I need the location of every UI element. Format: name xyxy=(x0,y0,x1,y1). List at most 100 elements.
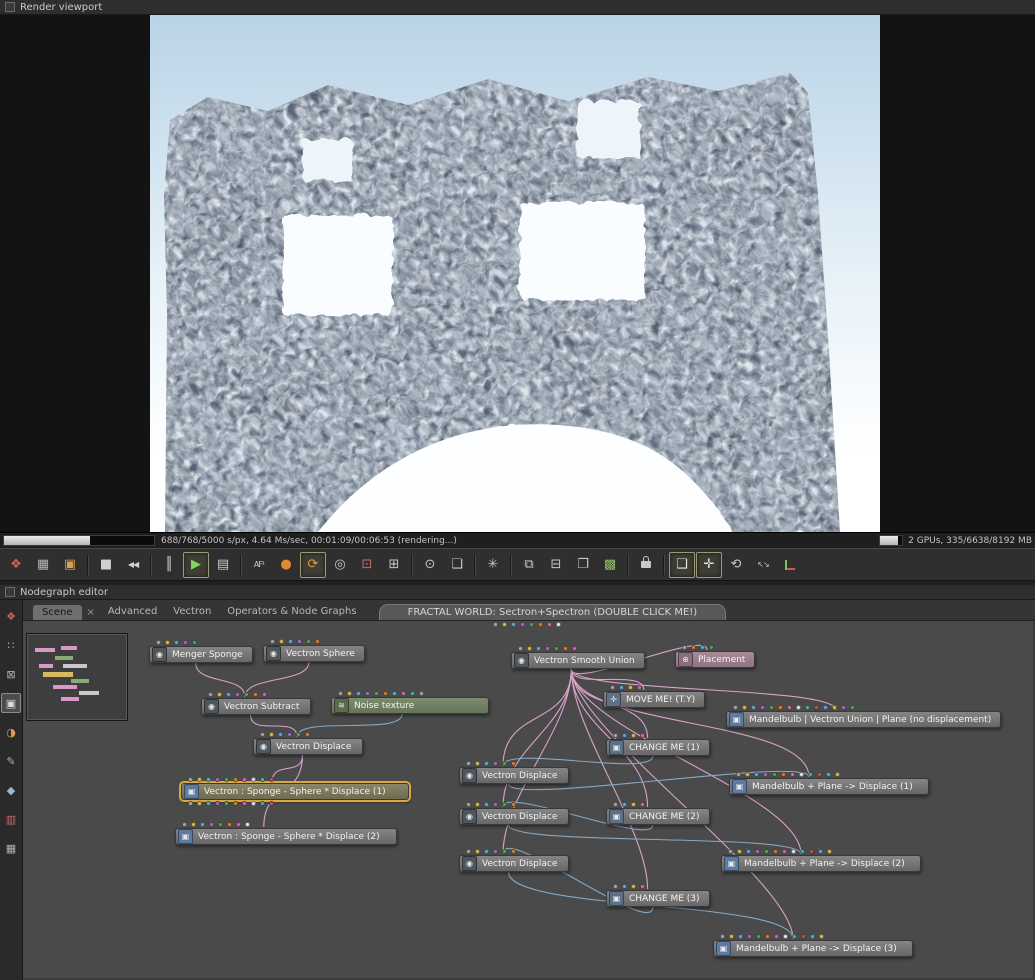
pin[interactable] xyxy=(215,801,220,806)
pin[interactable] xyxy=(208,692,213,697)
snap-grid-icon[interactable]: ▦ xyxy=(30,552,56,578)
paint-icon[interactable]: ✎ xyxy=(1,751,21,771)
pin[interactable] xyxy=(383,691,388,696)
pin[interactable] xyxy=(511,761,516,766)
pin[interactable] xyxy=(260,732,265,737)
pin[interactable] xyxy=(745,772,750,777)
pin[interactable] xyxy=(269,732,274,737)
nodegraph-canvas[interactable]: ◉ Menger Sponge ◉ Vectron Sphere ◉ Vectron Su… xyxy=(23,621,1035,980)
pin[interactable] xyxy=(760,705,765,710)
pin[interactable] xyxy=(547,622,552,627)
pin[interactable] xyxy=(769,705,774,710)
pin[interactable] xyxy=(306,639,311,644)
pin[interactable] xyxy=(493,849,498,854)
pin[interactable] xyxy=(563,646,568,651)
pin[interactable] xyxy=(374,691,379,696)
pin[interactable] xyxy=(493,802,498,807)
node-smooth[interactable]: ◉ Vectron Smooth Union xyxy=(511,646,645,669)
pin[interactable] xyxy=(799,772,804,777)
window-state-icon[interactable] xyxy=(5,2,15,12)
node-mandel3[interactable]: ▣ Mandelbulb + Plane -> Displace (3) xyxy=(713,934,913,957)
pin[interactable] xyxy=(791,849,796,854)
menu-operators-node-graphs[interactable]: Operators & Node Graphs xyxy=(219,603,364,620)
clipboard-icon[interactable]: ⊟ xyxy=(543,552,569,578)
pin[interactable] xyxy=(755,849,760,854)
pin[interactable] xyxy=(682,645,687,650)
pin[interactable] xyxy=(226,692,231,697)
pin[interactable] xyxy=(288,639,293,644)
pin[interactable] xyxy=(527,646,532,651)
pin[interactable] xyxy=(790,772,795,777)
pin[interactable] xyxy=(737,849,742,854)
pin[interactable] xyxy=(206,777,211,782)
pin[interactable] xyxy=(156,640,161,645)
pin[interactable] xyxy=(260,801,265,806)
move-tool-icon[interactable]: ✛ xyxy=(696,551,722,578)
pin[interactable] xyxy=(554,646,559,651)
axis-gizmo-icon[interactable] xyxy=(777,552,803,578)
node-mandel1[interactable]: ▣ Mandelbulb + Plane -> Displace (1) xyxy=(729,772,929,795)
pin[interactable] xyxy=(484,802,489,807)
pin[interactable] xyxy=(628,685,633,690)
pin[interactable] xyxy=(764,849,769,854)
node-noise[interactable]: ≋ Noise texture xyxy=(331,691,489,714)
pin[interactable] xyxy=(809,849,814,854)
pin[interactable] xyxy=(209,822,214,827)
pin[interactable] xyxy=(502,849,507,854)
pin[interactable] xyxy=(720,934,725,939)
lock-icon[interactable] xyxy=(633,552,659,578)
pin[interactable] xyxy=(287,732,292,737)
pin[interactable] xyxy=(296,732,301,737)
pin[interactable] xyxy=(817,772,822,777)
pin[interactable] xyxy=(244,692,249,697)
pin[interactable] xyxy=(747,934,752,939)
pin[interactable] xyxy=(475,802,480,807)
pin[interactable] xyxy=(631,884,636,889)
pin[interactable] xyxy=(622,884,627,889)
material-ball-icon[interactable]: ● xyxy=(273,552,299,578)
pin[interactable] xyxy=(511,802,516,807)
pause-icon[interactable]: ║ xyxy=(156,552,182,578)
pin[interactable] xyxy=(484,849,489,854)
pin[interactable] xyxy=(188,801,193,806)
pin[interactable] xyxy=(850,705,855,710)
pin[interactable] xyxy=(823,705,828,710)
pin[interactable] xyxy=(520,622,525,627)
shade-ball-icon[interactable]: ◑ xyxy=(1,722,21,742)
close-node-icon[interactable]: ⊠ xyxy=(1,664,21,684)
pin[interactable] xyxy=(613,884,618,889)
pin[interactable] xyxy=(242,777,247,782)
pin[interactable] xyxy=(728,849,733,854)
pin[interactable] xyxy=(269,777,274,782)
play-icon[interactable]: ▶ xyxy=(183,551,209,578)
image-node-icon[interactable]: ▣ xyxy=(1,693,21,713)
fit-view-icon[interactable]: ❑ xyxy=(669,551,695,578)
pin[interactable] xyxy=(251,777,256,782)
pin[interactable] xyxy=(174,640,179,645)
pin[interactable] xyxy=(742,705,747,710)
pin[interactable] xyxy=(347,691,352,696)
pin[interactable] xyxy=(545,646,550,651)
af-icon[interactable]: AF¹ xyxy=(246,552,272,578)
pin[interactable] xyxy=(493,622,498,627)
crop-icon[interactable]: ❏ xyxy=(444,552,470,578)
copy-icon[interactable]: ⧉ xyxy=(516,552,542,578)
pin[interactable] xyxy=(502,761,507,766)
pin[interactable] xyxy=(538,622,543,627)
pin[interactable] xyxy=(253,692,258,697)
pin[interactable] xyxy=(808,772,813,777)
library-icon[interactable]: ▥ xyxy=(1,809,21,829)
pin[interactable] xyxy=(197,777,202,782)
render-viewport[interactable] xyxy=(0,15,1035,532)
node-change1[interactable]: ▣ CHANGE ME (1) xyxy=(606,733,710,756)
dots-grid-icon[interactable]: ∷ xyxy=(1,635,21,655)
stop-icon[interactable]: ■ xyxy=(93,552,119,578)
node-sel2[interactable]: ▣ Vectron : Sponge - Sphere * Displace (2… xyxy=(175,822,397,845)
pin[interactable] xyxy=(338,691,343,696)
focus-pick-icon[interactable]: ◎ xyxy=(327,552,353,578)
pin[interactable] xyxy=(631,802,636,807)
pin[interactable] xyxy=(640,884,645,889)
node-change3[interactable]: ▣ CHANGE ME (3) xyxy=(606,884,710,907)
pin[interactable] xyxy=(637,685,642,690)
pin[interactable] xyxy=(401,691,406,696)
